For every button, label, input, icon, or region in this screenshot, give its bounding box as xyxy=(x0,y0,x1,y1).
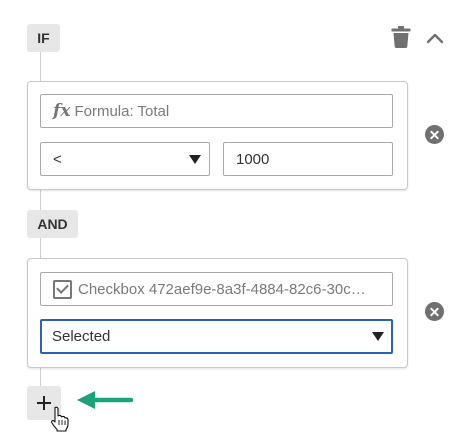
value-text: 1000 xyxy=(236,150,270,168)
value-input[interactable]: 1000 xyxy=(223,142,393,176)
if-label: IF xyxy=(37,30,50,46)
operator-value: Selected xyxy=(52,328,111,345)
close-circle-icon[interactable] xyxy=(425,302,444,321)
field-placeholder: Checkbox 472aef9e-8a3f-4884-82c6-30c… xyxy=(78,280,366,298)
and-operator-tag: AND xyxy=(27,210,78,238)
trash-icon[interactable] xyxy=(391,26,411,48)
connector-line xyxy=(40,366,41,388)
connector-line xyxy=(40,238,41,258)
connector-line xyxy=(40,188,41,210)
formula-field-select[interactable]: fx Formula: Total xyxy=(40,94,393,128)
checkbox-icon xyxy=(53,279,72,299)
if-operator-tag: IF xyxy=(27,24,60,52)
operator-value: < xyxy=(53,150,62,168)
field-placeholder: Formula: Total xyxy=(74,102,170,120)
condition-card: fx Formula: Total < 1000 xyxy=(27,81,408,190)
chevron-down-icon xyxy=(372,332,384,341)
hand-cursor-icon xyxy=(50,406,70,432)
and-label: AND xyxy=(37,216,68,232)
operator-select[interactable]: Selected xyxy=(40,319,393,354)
arrow-left-icon xyxy=(76,390,134,410)
chevron-up-icon[interactable] xyxy=(426,31,444,44)
condition-card: Checkbox 472aef9e-8a3f-4884-82c6-30c… Se… xyxy=(27,258,408,368)
fx-icon: fx xyxy=(53,101,71,121)
checkbox-field-select[interactable]: Checkbox 472aef9e-8a3f-4884-82c6-30c… xyxy=(40,272,393,306)
chevron-down-icon xyxy=(189,155,201,164)
connector-line xyxy=(40,52,41,82)
close-circle-icon[interactable] xyxy=(425,125,444,144)
operator-select[interactable]: < xyxy=(40,142,210,176)
